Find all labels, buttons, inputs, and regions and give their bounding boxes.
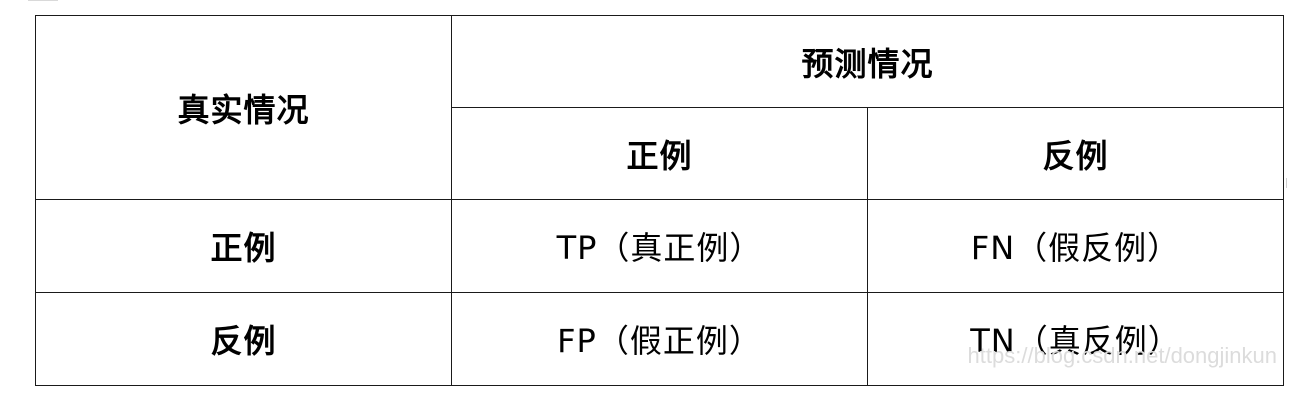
true-positive-cell: TP（真正例） xyxy=(451,199,868,293)
true-negative-cell: TN（真反例） xyxy=(866,292,1285,386)
predicted-negative-header: 反例 xyxy=(866,107,1285,200)
predicted-condition-header: 预测情况 xyxy=(450,15,1285,108)
false-negative-cell: FN（假反例） xyxy=(866,199,1285,293)
confusion-matrix-table: 真实情况 预测情况 正例 反例 正例 TP（真正例） FN（假反例） 反例 FP… xyxy=(35,15,1285,386)
false-positive-cell: FP（假正例） xyxy=(451,292,868,386)
actual-positive-label: 正例 xyxy=(35,199,452,293)
top-divider-tick xyxy=(28,0,58,1)
actual-condition-header: 真实情况 xyxy=(35,15,452,200)
actual-negative-label: 反例 xyxy=(35,292,452,386)
table-row: 正例 TP（真正例） FN（假反例） xyxy=(35,199,1285,293)
table-row: 反例 FP（假正例） TN（真反例） xyxy=(35,292,1285,386)
predicted-positive-header: 正例 xyxy=(451,107,868,200)
header-row-top: 真实情况 预测情况 xyxy=(35,15,1285,200)
right-edge-tick xyxy=(1286,178,1287,188)
